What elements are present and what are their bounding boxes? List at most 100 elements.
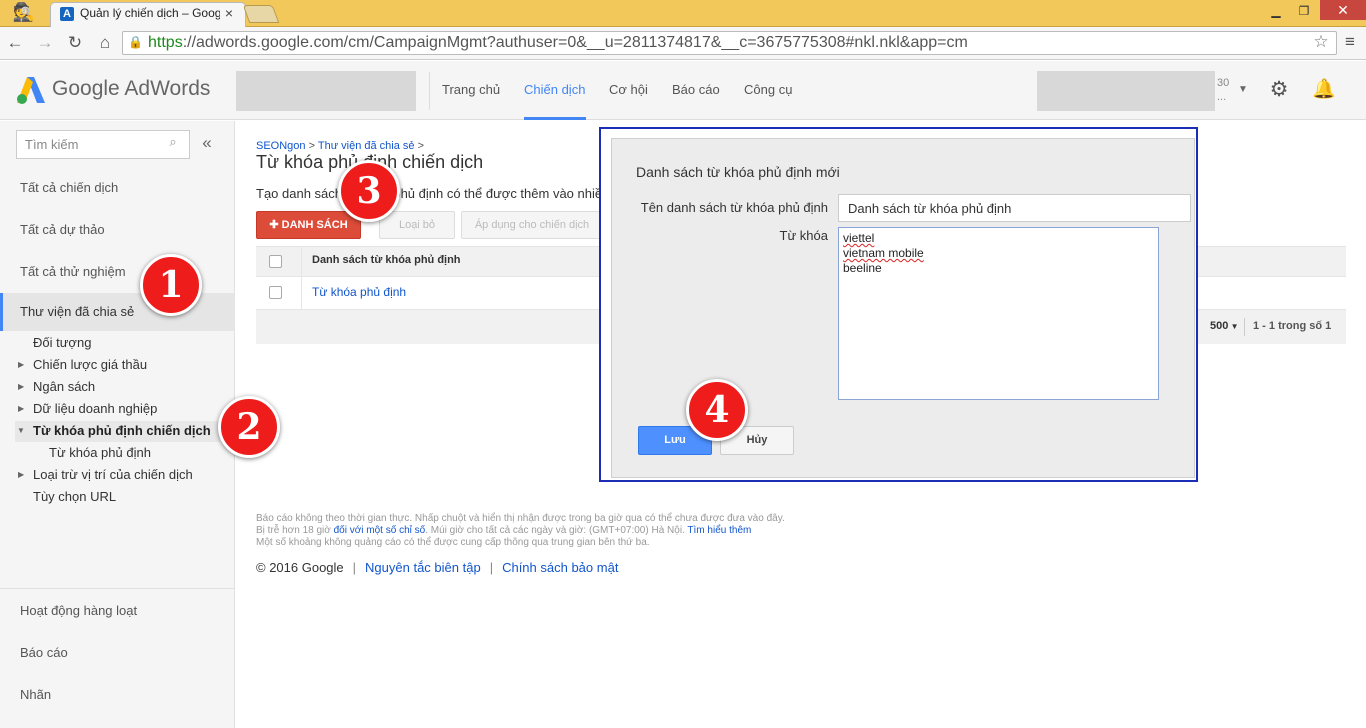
- footnote-realtime: Báo cáo không theo thời gian thực. Nhấp …: [256, 513, 785, 524]
- footnote-delay: Bị trễ hơn 18 giờ đối với một số chỉ số.…: [256, 525, 751, 537]
- sidebar-sub-business-data[interactable]: Dữ liệu doanh nghiệp: [33, 401, 157, 419]
- keywords-textarea[interactable]: viettel vietnam mobile beeline: [838, 227, 1159, 400]
- sidebar-item-all-experiments[interactable]: Tất cả thử nghiệm: [20, 264, 126, 284]
- header-divider: [429, 72, 430, 110]
- sidebar-item-labels[interactable]: Nhãn: [20, 687, 51, 707]
- nav-tab-tools[interactable]: Công cụ: [744, 82, 792, 102]
- row-checkbox[interactable]: [269, 286, 282, 299]
- table-header-list-name[interactable]: Danh sách từ khóa phủ định: [312, 254, 461, 270]
- nav-tab-reports[interactable]: Báo cáo: [672, 82, 720, 102]
- keyword-line: viettel: [843, 231, 1154, 246]
- bookmark-star-icon[interactable]: ☆: [1310, 32, 1332, 52]
- breadcrumb-shared-library[interactable]: Thư viện đã chia sẻ: [318, 140, 415, 152]
- incognito-icon: 🕵: [12, 2, 36, 22]
- active-tab-indicator: [524, 117, 586, 120]
- search-icon[interactable]: ⌕: [163, 134, 183, 154]
- window-close-icon[interactable]: ✕: [1320, 0, 1366, 20]
- user-account-redacted[interactable]: [1037, 71, 1215, 111]
- learn-more-link[interactable]: Tìm hiểu thêm: [687, 525, 751, 536]
- minimize-icon[interactable]: ▁: [1262, 2, 1290, 20]
- sidebar-item-all-drafts[interactable]: Tất cả dự thảo: [20, 222, 105, 242]
- select-all-checkbox[interactable]: [269, 255, 282, 268]
- expand-triangle-icon[interactable]: ▶: [18, 360, 28, 372]
- step-callout-4: 4: [686, 379, 748, 441]
- back-icon[interactable]: ←: [4, 33, 26, 53]
- adwords-favicon-icon: A: [60, 7, 74, 21]
- breadcrumb-account[interactable]: SEONgon: [256, 140, 306, 152]
- keyword-line: vietnam mobile: [843, 246, 1154, 261]
- expand-triangle-icon[interactable]: ▶: [18, 470, 28, 482]
- pagination-range: 1 - 1 trong số 1: [1253, 320, 1332, 332]
- new-tab-button[interactable]: [242, 5, 280, 23]
- url-text[interactable]: https://adwords.google.com/cm/CampaignMg…: [148, 34, 1298, 52]
- url-rest: ://adwords.google.com/cm/CampaignMgmt?au…: [182, 34, 968, 51]
- sidebar-divider: [0, 588, 235, 589]
- user-account-ellipsis: ...: [1217, 91, 1227, 103]
- expand-triangle-icon[interactable]: ▶: [18, 404, 28, 416]
- expand-triangle-icon[interactable]: ▶: [18, 382, 28, 394]
- page-footer: © 2016 Google | Nguyên tắc biên tập | Chính …: [256, 560, 619, 575]
- collapse-sidebar-icon[interactable]: «: [198, 133, 216, 155]
- dialog-title: Danh sách từ khóa phủ định mới: [636, 164, 840, 180]
- sidebar-item-shared-library[interactable]: Thư viện đã chia sẻ: [20, 304, 134, 324]
- keywords-label: Từ khóa: [779, 228, 828, 243]
- account-selector-redacted[interactable]: [236, 71, 416, 111]
- browser-menu-icon[interactable]: ≡: [1339, 32, 1361, 52]
- sidebar-item-reports[interactable]: Báo cáo: [20, 645, 68, 665]
- sidebar-sub-audiences[interactable]: Đối tượng: [33, 335, 91, 353]
- keyword-line: beeline: [843, 261, 1154, 276]
- plus-icon: ✚: [269, 219, 282, 231]
- sidebar-sub-campaign-negative-keywords[interactable]: Từ khóa phủ định chiến dịch: [33, 423, 211, 441]
- sidebar-sub-bid-strategies[interactable]: Chiến lược giá thầu: [33, 357, 147, 375]
- user-account-number-value: 30: [1217, 77, 1230, 89]
- nav-tab-opportunities[interactable]: Cơ hội: [609, 82, 648, 102]
- keyword-text: beeline: [843, 261, 882, 275]
- chevron-down-icon[interactable]: ▼: [1238, 84, 1250, 98]
- table-column-divider: [301, 246, 302, 310]
- pagination-divider: [1244, 318, 1245, 336]
- remove-button[interactable]: Loại bỏ: [379, 211, 455, 239]
- footer-copyright: © 2016 Google: [256, 560, 344, 575]
- nav-tab-home[interactable]: Trang chủ: [442, 82, 500, 102]
- gear-icon[interactable]: ⚙: [1267, 78, 1291, 102]
- sidebar-item-all-campaigns[interactable]: Tất cả chiến dịch: [20, 180, 118, 200]
- user-account-number: 30...: [1217, 76, 1237, 106]
- adwords-logo-text[interactable]: Google AdWords: [52, 77, 210, 103]
- step-callout-1: 1: [140, 254, 202, 316]
- table-row-list-link[interactable]: Từ khóa phủ định: [312, 285, 406, 301]
- footer-editorial-policy-link[interactable]: Nguyên tắc biên tập: [365, 560, 481, 575]
- bell-icon[interactable]: 🔔: [1312, 78, 1336, 102]
- sidebar-item-bulk-operations[interactable]: Hoạt động hàng loạt: [20, 603, 137, 623]
- step-callout-2: 2: [218, 396, 280, 458]
- sidebar-sub-url-options[interactable]: Tùy chọn URL: [33, 489, 116, 507]
- list-name-input[interactable]: Danh sách từ khóa phủ định: [838, 194, 1191, 222]
- sidebar-sub-negative-keywords[interactable]: Từ khóa phủ định: [49, 445, 151, 463]
- keyword-text: viettel: [843, 231, 875, 245]
- collapse-triangle-icon[interactable]: ▼: [17, 426, 27, 438]
- apply-to-campaigns-button[interactable]: Áp dụng cho chiến dịch: [461, 211, 603, 239]
- nav-tab-campaigns[interactable]: Chiến dịch: [524, 82, 585, 102]
- add-list-label: DANH SÁCH: [281, 219, 348, 231]
- tab-title: Quản lý chiến dịch – Goog: [80, 6, 220, 20]
- page-description: Tạo danh sách từ khóa phủ định có thể đư…: [256, 186, 601, 201]
- keyword-text: vietnam mobile: [843, 246, 924, 260]
- footnote-metrics-link[interactable]: đối với một số chỉ số: [334, 525, 426, 536]
- reload-icon[interactable]: ↻: [64, 33, 86, 53]
- chevron-down-icon: ▼: [1228, 322, 1239, 331]
- search-placeholder: Tìm kiếm: [25, 137, 79, 152]
- sidebar-sub-placement-exclusions[interactable]: Loại trừ vị trí của chiến dịch: [33, 467, 193, 485]
- sidebar-sub-budgets[interactable]: Ngân sách: [33, 379, 95, 397]
- adwords-logo-icon[interactable]: [16, 75, 46, 105]
- rows-per-page-value: 500: [1210, 320, 1229, 332]
- forward-icon[interactable]: →: [34, 33, 56, 53]
- home-icon[interactable]: ⌂: [94, 33, 116, 53]
- footer-privacy-policy-link[interactable]: Chính sách bảo mật: [502, 560, 618, 575]
- maximize-icon[interactable]: ❐: [1290, 2, 1318, 20]
- list-name-label: Tên danh sách từ khóa phủ định: [640, 200, 828, 215]
- footnote-delay-text: Bị trễ hơn 18 giờ: [256, 525, 334, 536]
- tab-close-icon[interactable]: ×: [222, 5, 236, 21]
- footnote-third-party: Một số khoảng không quảng cáo có thể đượ…: [256, 537, 650, 548]
- footnote-timezone-text: . Múi giờ cho tất cả các ngày và giờ: (G…: [425, 525, 688, 536]
- add-list-button[interactable]: ✚ DANH SÁCH: [256, 211, 361, 239]
- rows-per-page-select[interactable]: 500 ▼: [1210, 320, 1239, 334]
